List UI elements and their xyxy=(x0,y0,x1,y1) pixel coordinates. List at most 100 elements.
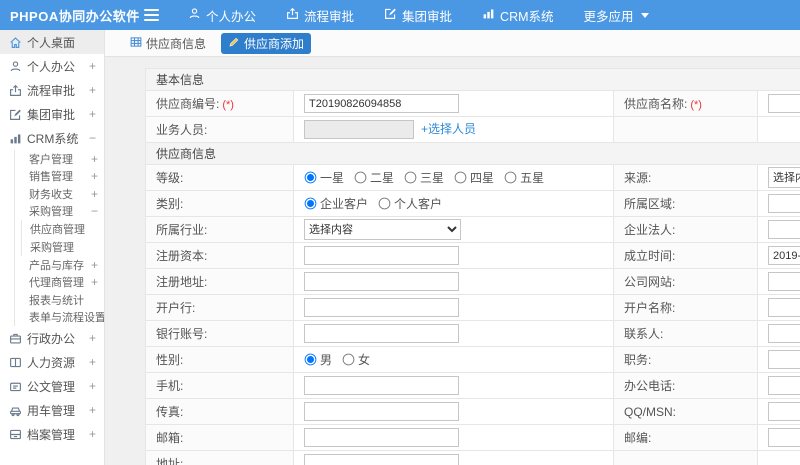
field-label-registered-address: 注册地址: xyxy=(145,268,294,295)
crm-submenu: 客户管理 + 销售管理 + 财务收支 + 采购管理 − 供应商管理 采购管理 产… xyxy=(14,150,104,326)
category-radio-option[interactable]: 个人客户 xyxy=(378,195,442,212)
mobile-input[interactable] xyxy=(304,376,459,395)
sidebar-item-label: 表单与流程设置 xyxy=(29,312,105,325)
select-staff-link[interactable]: +选择人员 xyxy=(421,122,476,136)
nav-item-personal-office[interactable]: 个人办公 xyxy=(173,0,271,30)
sidebar-item-label: 代理商管理 xyxy=(29,277,84,290)
zip-input[interactable] xyxy=(768,428,800,447)
nav-item-group-approval[interactable]: 集团审批 xyxy=(369,0,467,30)
sidebar-item-vehicle-mgmt[interactable]: 用车管理 + xyxy=(0,398,104,422)
expand-indicator: − xyxy=(88,131,96,145)
field-label-address: 地址: xyxy=(145,450,294,465)
gender-radio-group: 男 女 xyxy=(304,351,603,368)
office-phone-input[interactable] xyxy=(768,376,800,395)
sidebar-item-label: 个人办公 xyxy=(27,59,76,74)
chart-icon xyxy=(482,7,495,23)
qq-msn-input[interactable] xyxy=(768,402,800,421)
field-label-email: 邮箱: xyxy=(145,424,294,451)
radio-icon xyxy=(378,197,391,210)
sidebar-item-human-resources[interactable]: 人力资源 + xyxy=(0,350,104,374)
field-label-category: 类别: xyxy=(145,190,294,217)
company-website-input[interactable] xyxy=(768,272,800,291)
sidebar-item-form-process-settings[interactable]: 表单与流程设置 + xyxy=(15,309,104,327)
sidebar-item-admin-office[interactable]: 行政办公 + xyxy=(0,326,104,350)
briefcase-icon xyxy=(8,331,22,345)
sidebar-item-document-mgmt[interactable]: 公文管理 + xyxy=(0,374,104,398)
user-icon xyxy=(8,59,22,73)
tab-label: 供应商信息 xyxy=(146,36,207,51)
sidebar-item-process-approval[interactable]: 流程审批 + xyxy=(0,78,104,102)
sidebar-item-reports-stats[interactable]: 报表与统计 xyxy=(15,291,104,309)
field-label-company-website: 公司网站: xyxy=(613,268,758,295)
address-input[interactable] xyxy=(304,454,459,465)
account-name-input[interactable] xyxy=(768,298,800,317)
sidebar-item-customer-mgmt[interactable]: 客户管理 + xyxy=(15,150,104,168)
sidebar-item-archive-mgmt[interactable]: 档案管理 + xyxy=(0,422,104,446)
sidebar-item-sales-mgmt[interactable]: 销售管理 + xyxy=(15,168,104,186)
bank-account-input[interactable] xyxy=(304,324,459,343)
nav-item-label: 集团审批 xyxy=(402,9,453,24)
level-radio-option[interactable]: 五星 xyxy=(504,169,544,186)
nav-item-more-apps[interactable]: 更多应用 xyxy=(569,0,664,30)
sidebar-item-finance[interactable]: 财务收支 + xyxy=(15,185,104,203)
contact-input[interactable] xyxy=(768,324,800,343)
category-radio-option[interactable]: 企业客户 xyxy=(304,195,368,212)
registered-capital-input[interactable] xyxy=(304,246,459,265)
fax-input[interactable] xyxy=(304,402,459,421)
industry-select[interactable]: 选择内容 xyxy=(304,219,461,240)
level-radio-option[interactable]: 四星 xyxy=(454,169,494,186)
position-input[interactable] xyxy=(768,350,800,369)
sidebar-item-label: CRM系统 xyxy=(27,131,79,146)
sidebar-item-crm-system[interactable]: CRM系统 − xyxy=(0,126,104,150)
expand-indicator: + xyxy=(88,427,96,441)
main-content: 供应商信息 供应商添加 基本信息 供应商编号:(*) 供应商名称:(*) xyxy=(105,30,800,465)
sidebar-item-group-approval[interactable]: 集团审批 + xyxy=(0,102,104,126)
car-icon xyxy=(8,403,22,417)
sidebar-item-purchasing[interactable]: 采购管理 xyxy=(22,238,104,256)
gender-radio-option[interactable]: 男 xyxy=(304,351,332,368)
sidebar-item-supplier-mgmt[interactable]: 供应商管理 xyxy=(22,220,104,238)
sidebar-item-label: 客户管理 xyxy=(29,153,73,166)
tab-supplier-add[interactable]: 供应商添加 xyxy=(221,32,312,54)
field-label-industry: 所属行业: xyxy=(145,216,294,243)
gender-radio-option[interactable]: 女 xyxy=(342,351,370,368)
field-label-zip: 邮编: xyxy=(613,424,758,451)
registered-address-input[interactable] xyxy=(304,272,459,291)
sidebar-item-personal-desktop[interactable]: 个人桌面 xyxy=(0,30,104,54)
level-radio-option[interactable]: 二星 xyxy=(354,169,394,186)
region-input[interactable] xyxy=(768,194,800,213)
expand-indicator: + xyxy=(90,151,98,166)
expand-indicator: + xyxy=(88,355,96,369)
business-staff-input[interactable] xyxy=(304,120,414,140)
book-icon xyxy=(8,355,22,369)
bank-input[interactable] xyxy=(304,298,459,317)
supplier-name-input[interactable] xyxy=(768,94,800,113)
sidebar-item-purchase-mgmt[interactable]: 采购管理 − xyxy=(15,203,104,221)
sidebar-item-product-inventory[interactable]: 产品与库存 + xyxy=(15,256,104,274)
sidebar: 个人桌面 个人办公 + 流程审批 + 集团审批 + CRM系统 − 客户管理 + xyxy=(0,30,105,465)
legal-person-input[interactable] xyxy=(768,220,800,239)
radio-icon xyxy=(304,171,317,184)
nav-item-process-approval[interactable]: 流程审批 xyxy=(271,0,369,30)
sidebar-item-label: 公文管理 xyxy=(27,379,76,394)
menu-toggle-icon[interactable] xyxy=(144,9,159,21)
sidebar-item-personal-office[interactable]: 个人办公 + xyxy=(0,54,104,78)
tab-supplier-info[interactable]: 供应商信息 xyxy=(123,33,213,54)
section-title-basic-info: 基本信息 xyxy=(144,68,800,91)
source-select[interactable]: 选择内容 xyxy=(768,167,800,188)
expand-indicator: + xyxy=(90,169,98,184)
field-label-registered-capital: 注册资本: xyxy=(145,242,294,269)
expand-indicator: + xyxy=(90,257,98,272)
sidebar-item-agent-mgmt[interactable]: 代理商管理 + xyxy=(15,274,104,292)
email-input[interactable] xyxy=(304,428,459,447)
expand-indicator: + xyxy=(88,403,96,417)
empty-cell xyxy=(756,450,800,465)
expand-indicator: + xyxy=(88,331,96,345)
nav-item-crm-system[interactable]: CRM系统 xyxy=(467,0,568,30)
sidebar-item-label: 采购管理 xyxy=(30,242,74,254)
supplier-code-input[interactable] xyxy=(304,94,459,113)
level-radio-option[interactable]: 三星 xyxy=(404,169,444,186)
established-date-input[interactable] xyxy=(768,246,800,265)
level-radio-option[interactable]: 一星 xyxy=(304,169,344,186)
expand-indicator: + xyxy=(88,83,96,97)
